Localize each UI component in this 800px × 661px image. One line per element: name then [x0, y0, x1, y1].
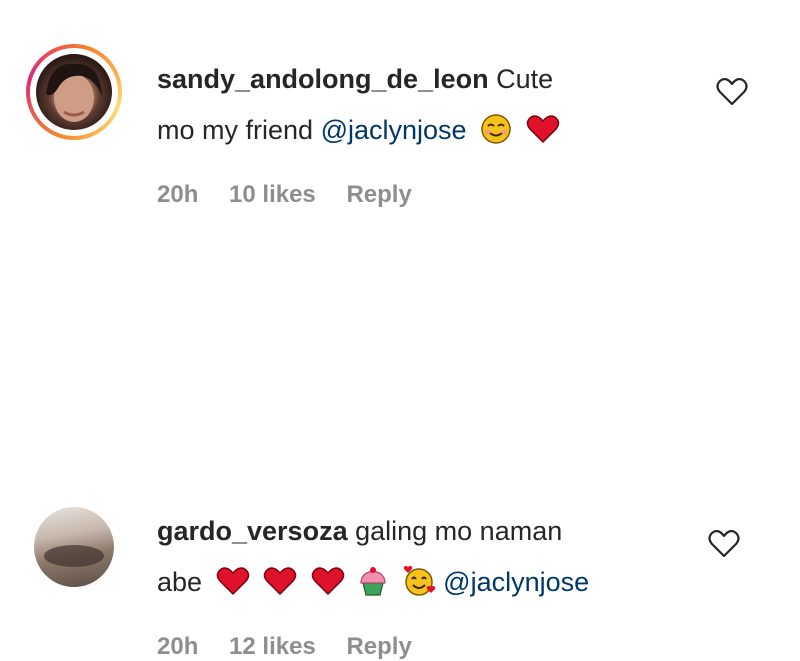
avatar-photo-icon [44, 545, 104, 567]
comment-time[interactable]: 20h [157, 181, 198, 208]
red-heart-emoji [263, 563, 297, 614]
like-button[interactable] [707, 529, 741, 559]
comment-meta: 20h 12 likes Reply [157, 633, 436, 661]
cupcake-emoji [358, 563, 388, 614]
comment-body: Cute [496, 64, 554, 94]
comment-text: gardo_versoza galing mo naman abe @jacly… [157, 506, 697, 614]
comment-body-line2: mo my friend [157, 115, 314, 145]
red-heart-emoji [311, 563, 345, 614]
avatar [36, 54, 112, 130]
smiling-face-with-hearts-emoji [402, 563, 436, 614]
heart-outline-icon [716, 77, 748, 106]
comment-time[interactable]: 20h [157, 633, 198, 660]
comment-username[interactable]: sandy_andolong_de_leon [157, 64, 489, 94]
avatar-photo-icon [46, 63, 102, 122]
reply-button[interactable]: Reply [346, 181, 411, 208]
smiling-face-emoji [480, 111, 512, 162]
comment: sandy_andolong_de_leon Cute mo my friend… [0, 0, 800, 240]
heart-outline-icon [708, 529, 740, 558]
avatar-story-ring[interactable] [26, 44, 122, 140]
like-button[interactable] [715, 77, 749, 107]
comment-likes[interactable]: 10 likes [229, 181, 316, 208]
red-heart-emoji [526, 111, 560, 162]
comment-likes[interactable]: 12 likes [229, 633, 316, 660]
comment-body-line2: abe [157, 567, 203, 597]
comment-meta: 20h 10 likes Reply [157, 181, 436, 209]
mention-link[interactable]: @jaclynjose [443, 567, 589, 597]
comment-body: galing mo naman [355, 516, 563, 546]
avatar[interactable] [34, 507, 114, 587]
mention-link[interactable]: @jaclynjose [321, 115, 467, 145]
comment-text: sandy_andolong_de_leon Cute mo my friend… [157, 54, 697, 162]
reply-button[interactable]: Reply [346, 633, 411, 660]
comment: gardo_versoza galing mo naman abe @jacly… [0, 240, 800, 660]
red-heart-emoji [216, 563, 250, 614]
comment-username[interactable]: gardo_versoza [157, 516, 348, 546]
